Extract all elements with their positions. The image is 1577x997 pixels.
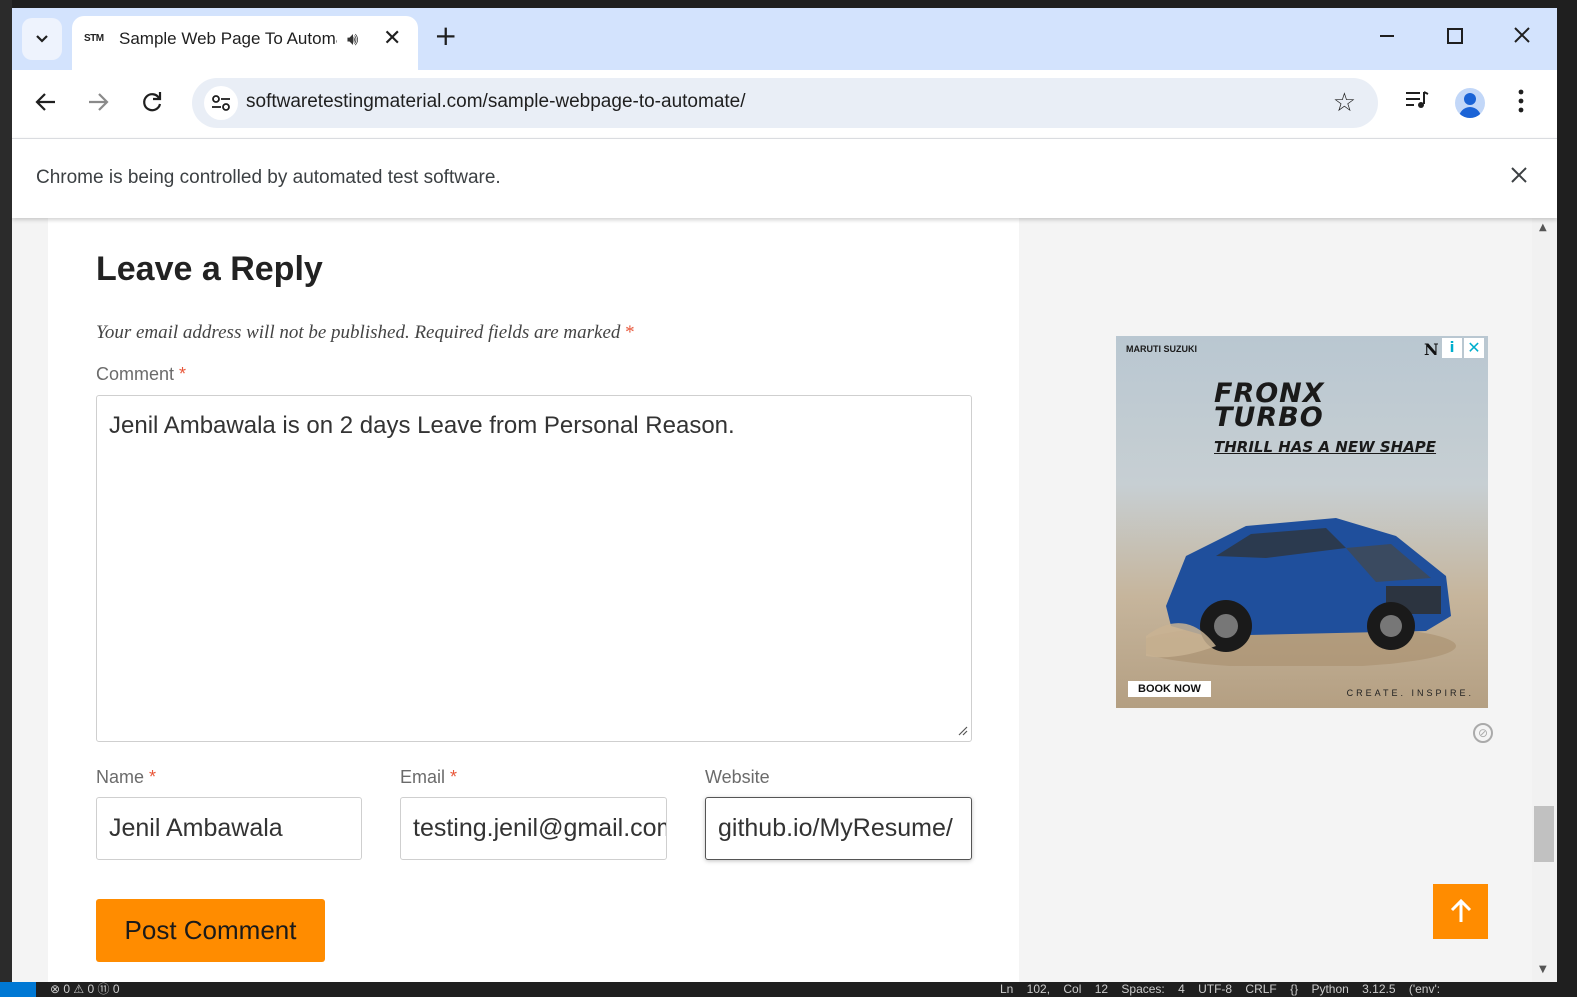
address-bar[interactable]: softwaretestingmaterial.com/sample-webpa… bbox=[192, 78, 1378, 128]
infobar-close-button[interactable] bbox=[1509, 163, 1529, 193]
ad-n-mark: N bbox=[1424, 340, 1439, 359]
site-favicon-icon: STM bbox=[84, 33, 104, 44]
ad-brand-logo: MARUTI SUZUKI bbox=[1126, 344, 1197, 354]
back-to-top-button[interactable] bbox=[1433, 884, 1488, 939]
scroll-up-icon[interactable]: ▲ bbox=[1539, 222, 1547, 233]
site-settings-icon[interactable] bbox=[204, 86, 238, 120]
name-label: Name * bbox=[96, 767, 157, 787]
tab-search-button[interactable] bbox=[22, 18, 62, 60]
section-title: Leave a Reply bbox=[96, 250, 323, 288]
tab-strip: STM Sample Web Page To Automate 🔊︎ ✕ + bbox=[12, 8, 1557, 70]
ad-close-icon[interactable]: ✕ bbox=[1464, 338, 1484, 358]
profile-avatar[interactable] bbox=[1455, 88, 1485, 118]
arrow-up-icon bbox=[1450, 898, 1471, 922]
screen: STM Sample Web Page To Automate 🔊︎ ✕ + s… bbox=[0, 0, 1577, 997]
automation-notice: Chrome is being controlled by automated … bbox=[36, 167, 501, 188]
form-notes: Your email address will not be published… bbox=[96, 322, 635, 343]
car-image bbox=[1146, 518, 1456, 666]
website-field[interactable]: github.io/MyResume/ bbox=[705, 797, 972, 860]
ad-footer-tagline: CREATE. INSPIRE. bbox=[1346, 688, 1474, 698]
remote-indicator[interactable] bbox=[0, 982, 36, 997]
reload-icon bbox=[143, 92, 162, 112]
scroll-thumb[interactable] bbox=[1534, 806, 1554, 862]
page-scrollbar[interactable]: ▲ ▼ bbox=[1532, 218, 1557, 982]
window-close-button[interactable] bbox=[1512, 22, 1532, 56]
maximize-icon bbox=[1447, 28, 1463, 44]
tab-title: Sample Web Page To Automate bbox=[119, 29, 337, 48]
scroll-down-icon[interactable]: ▼ bbox=[1539, 964, 1547, 975]
car-advertisement[interactable]: MARUTI SUZUKI N i ✕ FRONX TURBO THRILL HA… bbox=[1116, 336, 1488, 708]
automation-infobar: Chrome is being controlled by automated … bbox=[12, 138, 1557, 218]
url-text[interactable]: softwaretestingmaterial.com/sample-webpa… bbox=[246, 91, 746, 113]
maximize-button[interactable] bbox=[1446, 22, 1464, 56]
vscode-status-bar: ⊗ 0 ⚠ 0 ⑪ 0 Ln 102, Col 12 Spaces: 4 UTF… bbox=[0, 982, 1577, 997]
email-label: Email * bbox=[400, 767, 458, 787]
comment-form-card: Leave a Reply Your email address will no… bbox=[48, 218, 1019, 982]
post-comment-button[interactable]: Post Comment bbox=[96, 899, 325, 962]
tab-close-button[interactable]: ✕ bbox=[383, 26, 401, 51]
ad-choices-icon[interactable]: ⊘ bbox=[1473, 723, 1493, 743]
speaker-icon[interactable]: 🔊︎ bbox=[347, 29, 358, 50]
editor-status-info[interactable]: Ln 102, Col 12 Spaces: 4 UTF-8 CRLF {} P… bbox=[1000, 982, 1440, 997]
vscode-activity-bar bbox=[0, 0, 12, 997]
email-field[interactable]: testing.jenil@gmail.com bbox=[400, 797, 667, 860]
problems-indicator[interactable]: ⊗ 0 ⚠ 0 ⑪ 0 bbox=[50, 982, 120, 997]
media-controls-icon[interactable] bbox=[1404, 88, 1430, 118]
close-icon bbox=[1514, 27, 1530, 43]
kebab-menu-icon[interactable] bbox=[1517, 88, 1525, 120]
arrow-left-icon bbox=[35, 93, 55, 111]
minimize-icon bbox=[1380, 35, 1394, 37]
required-mark: * bbox=[625, 322, 635, 343]
minimize-button[interactable] bbox=[1378, 22, 1396, 56]
website-label: Website bbox=[705, 767, 770, 787]
active-tab[interactable]: STM Sample Web Page To Automate 🔊︎ ✕ bbox=[72, 16, 418, 70]
forward-button[interactable] bbox=[86, 88, 110, 122]
comment-textarea[interactable]: Jenil Ambawala is on 2 days Leave from P… bbox=[96, 395, 972, 742]
chrome-window: STM Sample Web Page To Automate 🔊︎ ✕ + s… bbox=[12, 8, 1557, 982]
bookmark-star-icon[interactable]: ☆ bbox=[1333, 88, 1356, 118]
ad-book-now-button[interactable]: BOOK NOW bbox=[1128, 681, 1211, 697]
ad-headline: FRONX TURBO bbox=[1214, 378, 1325, 433]
ad-info-icon[interactable]: i bbox=[1442, 338, 1462, 358]
chevron-down-icon bbox=[36, 35, 48, 43]
web-page: Leave a Reply Your email address will no… bbox=[12, 218, 1557, 982]
new-tab-button[interactable]: + bbox=[434, 22, 457, 50]
arrow-right-icon bbox=[89, 93, 109, 111]
close-icon bbox=[1511, 167, 1527, 183]
resize-handle-icon[interactable] bbox=[956, 724, 968, 736]
comment-label: Comment * bbox=[96, 364, 187, 384]
browser-toolbar: softwaretestingmaterial.com/sample-webpa… bbox=[12, 70, 1557, 138]
back-button[interactable] bbox=[34, 88, 58, 122]
reload-button[interactable] bbox=[140, 88, 164, 122]
ad-tagline: THRILL HAS A NEW SHAPE bbox=[1214, 438, 1437, 456]
name-field[interactable]: Jenil Ambawala bbox=[96, 797, 362, 860]
